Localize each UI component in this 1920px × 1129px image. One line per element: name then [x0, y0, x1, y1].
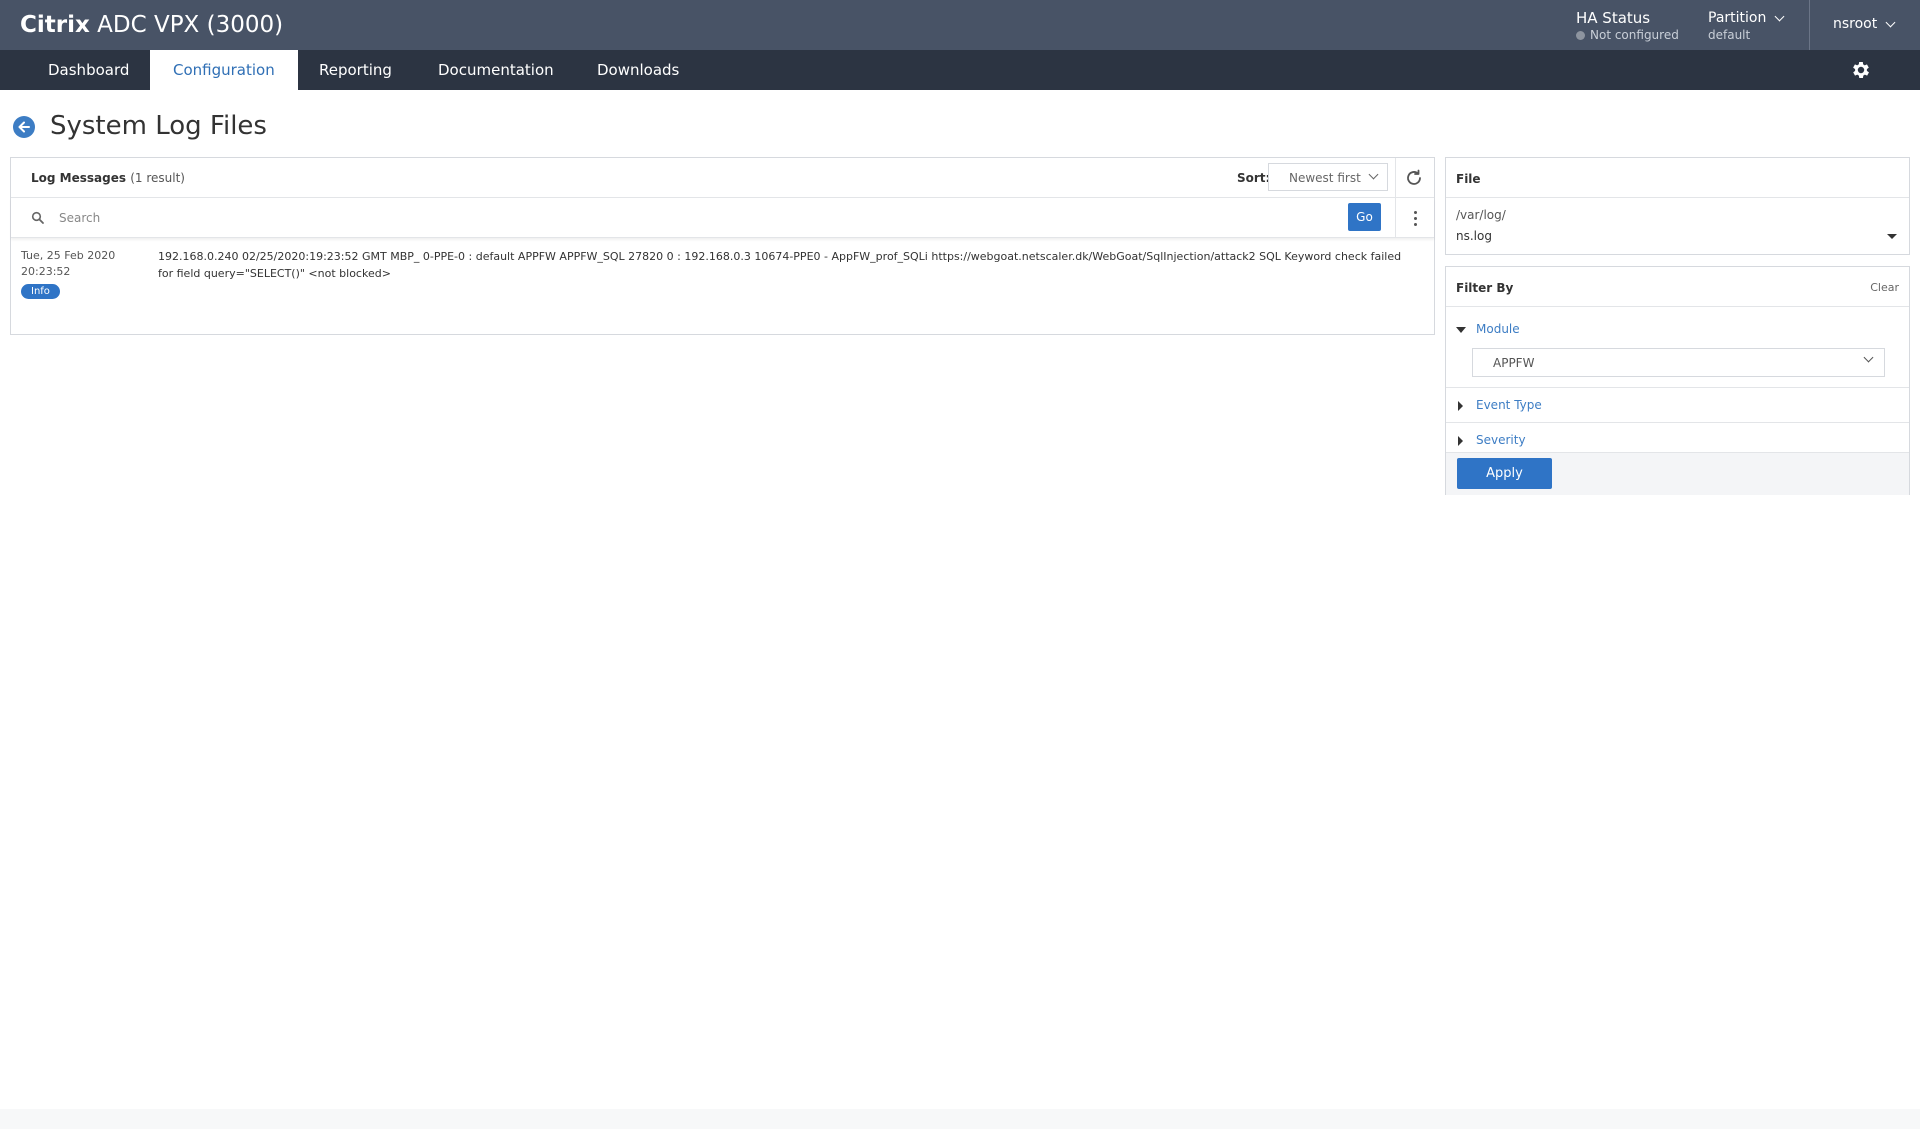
filter-panel-header: Filter By Clear [1446, 267, 1909, 307]
divider [1446, 387, 1909, 388]
arrow-left-icon [18, 121, 30, 133]
ha-status-label: HA Status [1576, 9, 1651, 27]
filter-panel-title: Filter By [1456, 281, 1514, 295]
search-icon [31, 211, 44, 224]
result-count: (1 result) [130, 171, 185, 185]
divider [1446, 422, 1909, 423]
caret-right-icon [1458, 401, 1463, 411]
more-options-icon[interactable] [1395, 198, 1435, 238]
top-header: Citrix ADC VPX (3000) HA Status Not conf… [0, 0, 1920, 50]
log-timestamp: Tue, 25 Feb 2020 20:23:52 [21, 248, 131, 280]
sort-label: Sort: [1237, 171, 1271, 185]
event-type-label: Event Type [1476, 398, 1542, 412]
severity-label: Severity [1476, 433, 1526, 447]
chevron-down-icon [1774, 11, 1785, 21]
module-section-toggle[interactable]: Module [1446, 322, 1909, 338]
caret-down-icon[interactable] [1887, 234, 1897, 239]
go-button[interactable]: Go [1348, 203, 1381, 231]
sort-value: Newest first [1289, 171, 1361, 185]
header-divider [1809, 0, 1810, 50]
main-nav: Dashboard Configuration Reporting Docume… [0, 50, 1920, 90]
tab-reporting[interactable]: Reporting [296, 50, 415, 90]
product-title: Citrix ADC VPX (3000) [20, 12, 284, 38]
page-title: System Log Files [50, 111, 267, 141]
ha-status-value: Not configured [1590, 28, 1679, 42]
chevron-down-icon [1863, 352, 1874, 363]
module-label: Module [1476, 322, 1520, 336]
filter-panel: Filter By Clear Module APPFW Event Type … [1445, 266, 1910, 495]
log-message: 192.168.0.240 02/25/2020:19:23:52 GMT MB… [158, 250, 1402, 280]
tab-documentation[interactable]: Documentation [415, 50, 577, 90]
module-value: APPFW [1493, 356, 1535, 370]
chevron-down-icon [1368, 169, 1379, 180]
file-select[interactable]: ns.log [1456, 229, 1492, 243]
event-type-section-toggle[interactable]: Event Type [1446, 398, 1909, 414]
file-panel-title: File [1446, 158, 1909, 198]
severity-section-toggle[interactable]: Severity [1446, 433, 1909, 449]
header-separator [1395, 158, 1396, 198]
clear-link[interactable]: Clear [1870, 281, 1899, 294]
user-name: nsroot [1833, 16, 1878, 32]
chevron-down-icon [1885, 17, 1896, 27]
log-panel-header: Log Messages (1 result) Sort: Newest fir… [11, 158, 1434, 198]
log-messages-panel: Log Messages (1 result) Sort: Newest fir… [10, 157, 1435, 335]
gear-icon[interactable] [1850, 59, 1872, 81]
caret-down-icon [1456, 327, 1466, 333]
log-panel-title: Log Messages (1 result) [31, 171, 185, 185]
module-dropdown[interactable]: APPFW [1472, 348, 1885, 377]
back-button[interactable] [13, 116, 35, 138]
refresh-icon[interactable] [1404, 168, 1424, 188]
log-time: 20:23:52 [21, 265, 71, 278]
file-path: /var/log/ [1456, 208, 1506, 222]
severity-badge: Info [21, 284, 60, 299]
search-row: Go [11, 198, 1434, 238]
tab-dashboard[interactable]: Dashboard [25, 50, 152, 90]
partition-selector[interactable]: Partition default [1708, 10, 1785, 42]
footer-strip [0, 1109, 1920, 1129]
partition-label: Partition [1708, 10, 1767, 26]
tab-configuration[interactable]: Configuration [150, 50, 298, 90]
log-date: Tue, 25 Feb 2020 [21, 249, 116, 262]
apply-bar: Apply [1446, 452, 1909, 495]
caret-right-icon [1458, 436, 1463, 446]
status-dot-icon [1576, 30, 1585, 40]
apply-button[interactable]: Apply [1457, 458, 1552, 489]
user-menu[interactable]: nsroot [1833, 16, 1896, 32]
ha-status: HA Status Not configured [1576, 9, 1679, 42]
sort-dropdown[interactable]: Newest first [1268, 163, 1388, 191]
tab-downloads[interactable]: Downloads [574, 50, 702, 90]
search-input[interactable] [59, 206, 1059, 230]
file-panel: File /var/log/ ns.log [1445, 157, 1910, 255]
partition-value: default [1708, 28, 1751, 42]
